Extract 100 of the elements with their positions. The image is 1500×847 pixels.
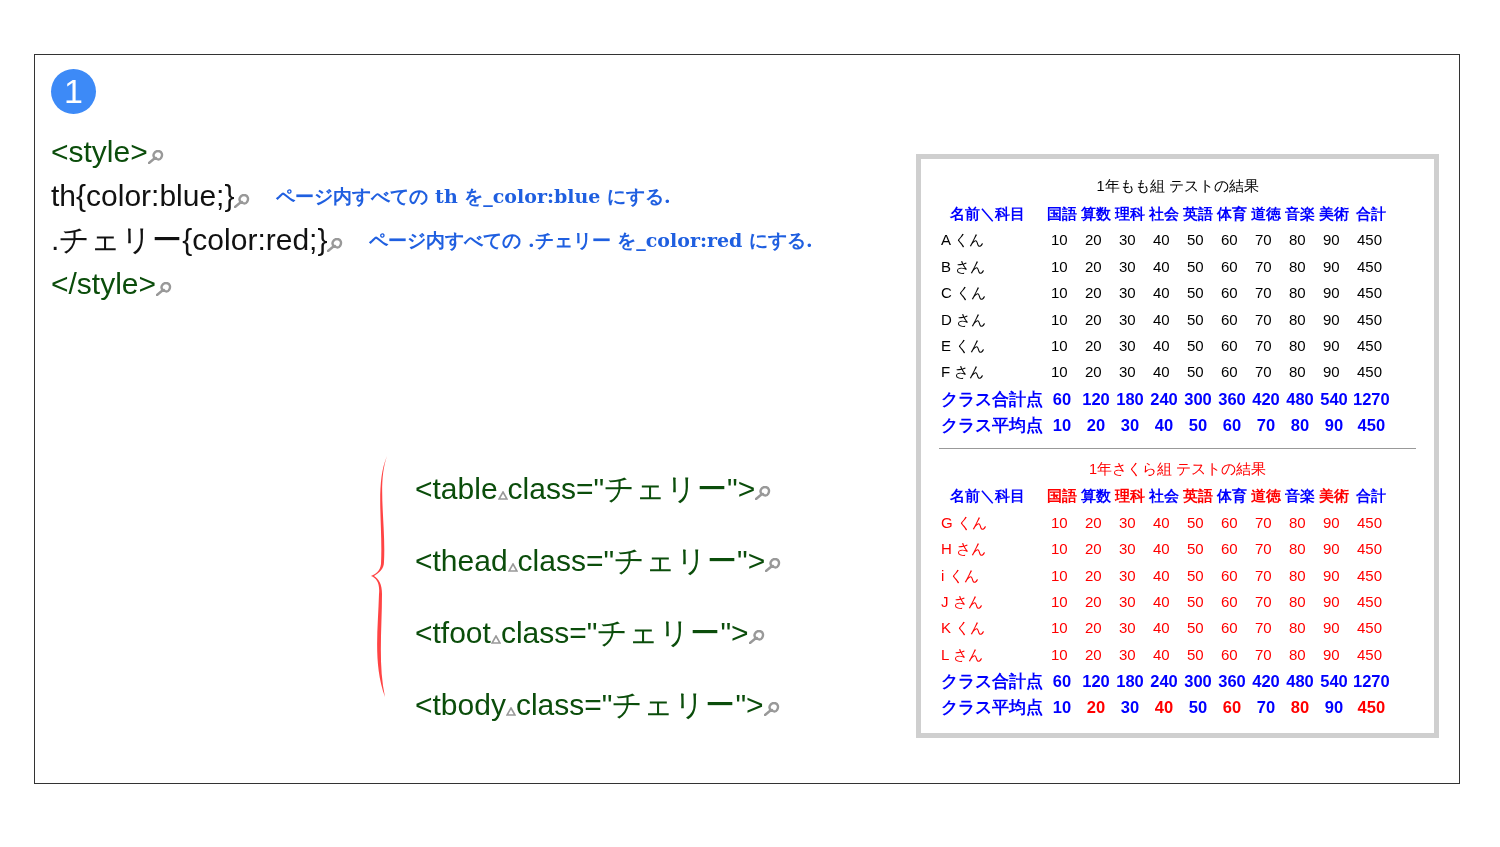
column-header: 音楽	[1284, 486, 1316, 507]
footer-cell-text: クラス合計点	[940, 671, 1044, 693]
table-cell-text: 20	[1084, 592, 1103, 612]
table-cell-text: 450	[1356, 618, 1384, 639]
table-cell-text: 10	[1050, 283, 1069, 304]
table-cell-text: 60	[1220, 362, 1239, 383]
table-cell-text: 90	[1322, 644, 1341, 665]
table-cell-text: 90	[1322, 539, 1341, 560]
table-cell-text: i くん	[940, 565, 980, 586]
footer-cell-text: 120	[1081, 671, 1111, 693]
footer-cell-text: クラス平均点	[940, 697, 1044, 719]
code-text: <tbody	[415, 686, 506, 723]
table-cell-text: 10	[1050, 618, 1069, 639]
table-cell-text: 30	[1118, 230, 1137, 251]
table-cell-text: 40	[1152, 309, 1171, 330]
table-cell-text: 70	[1254, 309, 1273, 330]
footer-cell-text: 90	[1323, 697, 1345, 719]
column-header: 音楽	[1284, 203, 1316, 224]
table-cell-text: 30	[1118, 283, 1137, 304]
column-header: 道徳	[1250, 486, 1282, 507]
code-text: <table	[415, 470, 498, 507]
table-cell-text: 450	[1356, 644, 1384, 665]
table-cell-text: 50	[1186, 592, 1205, 612]
table-cell-text: 80	[1288, 230, 1307, 251]
table-cell-text: 60	[1220, 644, 1239, 665]
table-cell-text: 10	[1050, 309, 1069, 330]
column-header: 道徳	[1250, 203, 1282, 224]
table-cell-text: F さん	[940, 362, 986, 383]
footer-cell-text: 40	[1153, 697, 1175, 719]
table-cell-text: 90	[1322, 592, 1341, 612]
table-cell-text: 70	[1254, 539, 1273, 560]
table-cell-text: 70	[1254, 230, 1273, 251]
table-cell-text: 40	[1152, 230, 1171, 251]
column-header: 英語	[1182, 486, 1214, 507]
table-cell-text: 30	[1118, 565, 1137, 586]
table-cell-text: 30	[1118, 512, 1137, 533]
column-header: 算数	[1080, 203, 1112, 224]
table-cell-text: 30	[1118, 335, 1137, 356]
table-cell-text: 450	[1356, 283, 1384, 304]
table-cell-text: 40	[1152, 283, 1171, 304]
table-cell-text: 90	[1322, 230, 1341, 251]
footer-cell-text: 60	[1051, 388, 1073, 410]
footer-cell-text: 50	[1187, 697, 1209, 719]
table-cell-text: 10	[1050, 335, 1069, 356]
footer-cell-text: 20	[1085, 414, 1107, 436]
column-header: 英語	[1182, 203, 1214, 224]
column-header: 合計	[1355, 203, 1388, 224]
table-cell-text: 70	[1254, 256, 1273, 277]
footer-cell-text: 420	[1251, 388, 1281, 410]
table-cell-text: 50	[1186, 539, 1205, 560]
table-cell-text: 20	[1084, 309, 1103, 330]
table-cell-text: 80	[1288, 644, 1307, 665]
column-header: 社会	[1148, 486, 1180, 507]
footer-cell-text: 10	[1051, 414, 1073, 436]
footer-cell-text: 420	[1251, 671, 1281, 693]
table-cell-text: 70	[1254, 362, 1273, 383]
footer-cell-text: 60	[1051, 671, 1073, 693]
column-header: 理科	[1113, 486, 1146, 507]
table-cell-text: J さん	[940, 592, 984, 612]
table-cell-text: 60	[1220, 256, 1239, 277]
table-cell-text: 90	[1322, 362, 1341, 383]
table-cell-text: 60	[1220, 230, 1239, 251]
table-cell-text: 30	[1118, 256, 1137, 277]
code-text: <style>	[51, 134, 148, 170]
table-cell-text: 80	[1288, 335, 1307, 356]
table-cell-text: 70	[1254, 335, 1273, 356]
table-cell-text: 40	[1152, 565, 1171, 586]
table-cell-text: 20	[1084, 283, 1103, 304]
table-cell-text: 20	[1084, 618, 1103, 639]
table-cell-text: 80	[1288, 565, 1307, 586]
table-cell-text: 50	[1186, 565, 1205, 586]
footer-cell-text: 30	[1119, 414, 1141, 436]
table-cell-text: 50	[1186, 309, 1205, 330]
footer-cell-text: 180	[1115, 671, 1145, 693]
footer-cell-text: 360	[1217, 388, 1247, 410]
table-cell-text: 450	[1356, 565, 1384, 586]
footer-cell-text: 1270	[1352, 671, 1391, 693]
table-cell-text: 10	[1050, 644, 1069, 665]
table-cell-text: E くん	[940, 335, 987, 356]
footer-cell-text: 40	[1153, 414, 1175, 436]
table-cell-text: 450	[1356, 230, 1384, 251]
footer-cell-text: 60	[1221, 697, 1243, 719]
footer-cell-text: 240	[1149, 671, 1179, 693]
table-cell-text: 90	[1322, 618, 1341, 639]
table-cell-text: 80	[1288, 592, 1307, 612]
space-mark-icon	[507, 562, 518, 572]
table-cell-text: 50	[1186, 283, 1205, 304]
table-cell-text: 80	[1288, 539, 1307, 560]
table-cell-text: K くん	[940, 618, 987, 639]
table-cell-text: 10	[1050, 362, 1069, 383]
table-cell-text: 60	[1220, 335, 1239, 356]
table-cell-text: L さん	[940, 644, 984, 665]
table-cell-text: 80	[1288, 309, 1307, 330]
table-cell-text: 450	[1356, 512, 1384, 533]
table-cell-text: 50	[1186, 512, 1205, 533]
footer-cell-text: 540	[1319, 388, 1349, 410]
footer-cell-text: 480	[1285, 671, 1315, 693]
table-cell-text: 30	[1118, 644, 1137, 665]
table-cell-text: 10	[1050, 565, 1069, 586]
table-cell-text: 10	[1050, 539, 1069, 560]
